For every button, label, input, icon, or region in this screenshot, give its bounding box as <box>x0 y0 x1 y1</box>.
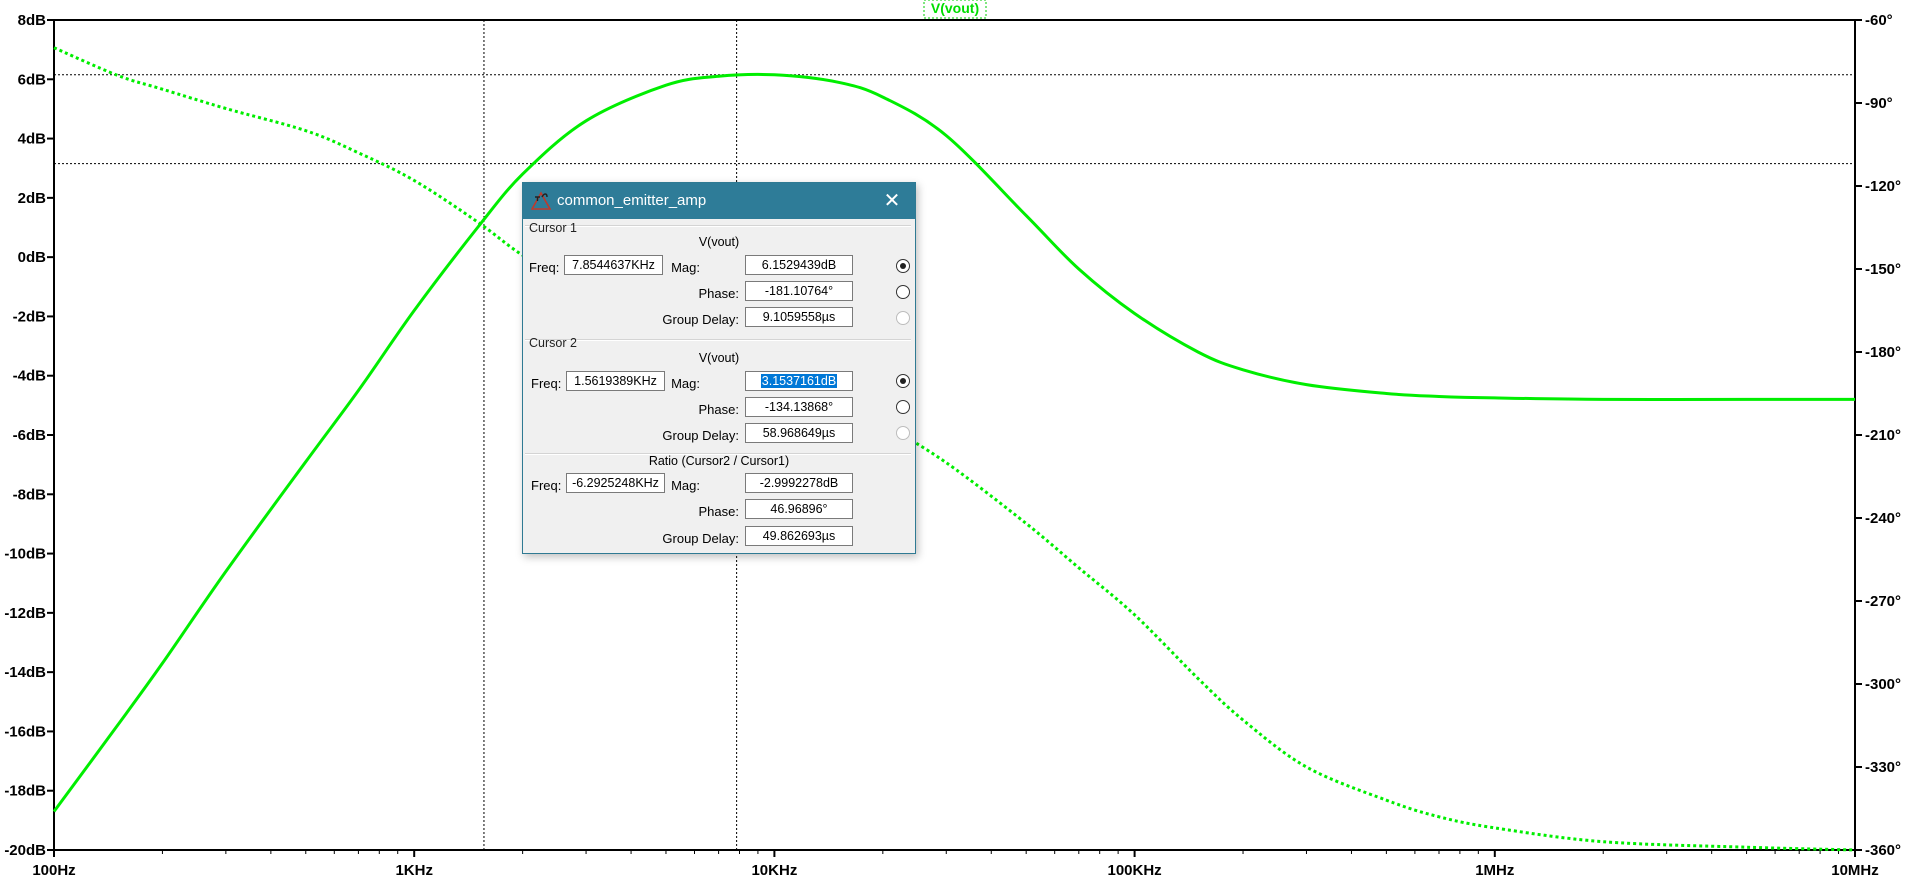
cursor2-phase-label: Phase: <box>698 402 739 417</box>
ratio-gd-field[interactable]: 49.862693µs <box>745 526 853 546</box>
ltspice-app-icon <box>531 191 551 210</box>
ratio-gd-label: Group Delay: <box>662 531 739 546</box>
cursor1-freq-field[interactable]: 7.8544637KHz <box>564 255 663 275</box>
cursor2-mag-radio[interactable] <box>896 374 910 388</box>
phase-trace[interactable] <box>53 46 1856 852</box>
ratio-freq-field[interactable]: -6.2925248KHz <box>566 473 665 493</box>
cursor2-gd-radio[interactable] <box>896 426 910 440</box>
y-right-tick-label: -300° <box>1865 676 1901 693</box>
cursor1-phase-radio[interactable] <box>896 285 910 299</box>
cursor1-mag-radio[interactable] <box>896 259 910 273</box>
cursor2-freq-label: Freq: <box>531 376 562 391</box>
cursor2-gd-field[interactable]: 58.968649µs <box>745 423 853 443</box>
ratio-mag-field[interactable]: -2.9992278dB <box>745 473 853 493</box>
cursor2-gd-label: Group Delay: <box>662 428 739 443</box>
trace-label[interactable]: V(vout) <box>923 0 987 19</box>
x-tick-label: 1MHz <box>1475 862 1514 879</box>
y-right-tick-label: -210° <box>1865 427 1901 444</box>
y-left-tick-label: -16dB <box>4 723 46 740</box>
cursor2-phase-field[interactable]: -134.13868° <box>745 397 853 417</box>
cursor1-mag-label: Mag: <box>671 260 700 275</box>
ratio-phase-field[interactable]: 46.96896° <box>745 499 853 519</box>
cursor2-signal: V(vout) <box>698 351 740 365</box>
y-left-tick-label: -8dB <box>13 486 47 503</box>
trace-label-text[interactable]: V(vout) <box>931 0 979 16</box>
ratio-header: Ratio (Cursor2 / Cursor1) <box>648 454 790 468</box>
cursor1-gd-label: Group Delay: <box>662 312 739 327</box>
y-left-tick-label: -10dB <box>4 546 46 563</box>
y-left-tick-label: 4dB <box>18 131 47 148</box>
y-right-tick-label: -240° <box>1865 510 1901 527</box>
x-tick-label: 10MHz <box>1831 862 1879 879</box>
cursor1-gd-field[interactable]: 9.1059558µs <box>745 307 853 327</box>
y-left-tick-label: -4dB <box>13 368 47 385</box>
dialog-title: common_emitter_amp <box>557 192 707 209</box>
y-right-tick-label: -150° <box>1865 261 1901 278</box>
y-left-tick-label: 2dB <box>18 190 47 207</box>
cursor1-gd-radio[interactable] <box>896 311 910 325</box>
y-right-tick-label: -60° <box>1865 12 1893 29</box>
cursor1-phase-field[interactable]: -181.10764° <box>745 281 853 301</box>
cursor2-phase-radio[interactable] <box>896 400 910 414</box>
y-left-tick-label: -12dB <box>4 605 46 622</box>
y-left-tick-label: -14dB <box>4 664 46 681</box>
ratio-freq-label: Freq: <box>531 478 562 493</box>
cursor1-phase-label: Phase: <box>698 286 739 301</box>
y-left-tick-label: 0dB <box>18 249 47 266</box>
y-right-tick-label: -120° <box>1865 178 1901 195</box>
cursor-dialog: common_emitter_amp ✕ Cursor 1 V(vout) Fr… <box>522 182 916 554</box>
magnitude-trace[interactable] <box>52 72 1855 813</box>
y-left-tick-label: -18dB <box>4 783 46 800</box>
cursor2-mag-selected-text[interactable]: 3.1537161dB <box>760 374 838 388</box>
ratio-mag-label: Mag: <box>671 478 700 493</box>
y-left-tick-label: 8dB <box>18 12 47 29</box>
cursor1-freq-label: Freq: <box>529 260 560 275</box>
cursor2-mag-field[interactable]: 3.1537161dB <box>745 371 853 391</box>
cursor1-header: Cursor 1 <box>529 221 577 235</box>
x-tick-label: 10KHz <box>751 862 797 879</box>
cursor1-mag-field[interactable]: 6.1529439dB <box>745 255 853 275</box>
y-right-tick-label: -180° <box>1865 344 1901 361</box>
y-left-tick-label: 6dB <box>18 71 47 88</box>
series-group <box>52 46 1856 852</box>
x-tick-label: 100Hz <box>32 862 75 879</box>
cursor2-header: Cursor 2 <box>529 336 577 350</box>
section-divider <box>525 339 911 341</box>
close-icon[interactable]: ✕ <box>875 187 909 215</box>
cursor1-signal: V(vout) <box>698 235 740 249</box>
y-left-tick-label: -20dB <box>4 842 46 859</box>
y-left-axis-ticks: 8dB 6dB 4dB 2dB 0dB -2dB -4dB -6dB -8dB -10dB -12d… <box>4 12 54 859</box>
dialog-titlebar[interactable]: common_emitter_amp ✕ <box>523 183 915 219</box>
cursor2-freq-field[interactable]: 1.5619389KHz <box>566 371 665 391</box>
y-left-tick-label: -6dB <box>13 427 47 444</box>
ratio-phase-label: Phase: <box>698 504 739 519</box>
section-divider <box>525 225 911 227</box>
x-axis-ticks: 100Hz 1KHz 10KHz 100KHz 1MHz 10MHz <box>32 850 1879 879</box>
x-tick-label: 1KHz <box>395 862 433 879</box>
y-right-tick-label: -360° <box>1865 842 1901 859</box>
x-tick-label: 100KHz <box>1107 862 1161 879</box>
y-left-tick-label: -2dB <box>13 308 47 325</box>
y-right-tick-label: -270° <box>1865 593 1901 610</box>
y-right-tick-label: -90° <box>1865 95 1893 112</box>
cursor2-mag-label: Mag: <box>671 376 700 391</box>
bode-plot[interactable]: 100Hz 1KHz 10KHz 100KHz 1MHz 10MHz 8dB 6dB 4dB 2… <box>0 0 1917 882</box>
y-right-axis-ticks: -60° -90° -120° -150° -180° -210° -240° -270° -3… <box>1855 12 1901 859</box>
y-right-tick-label: -330° <box>1865 759 1901 776</box>
